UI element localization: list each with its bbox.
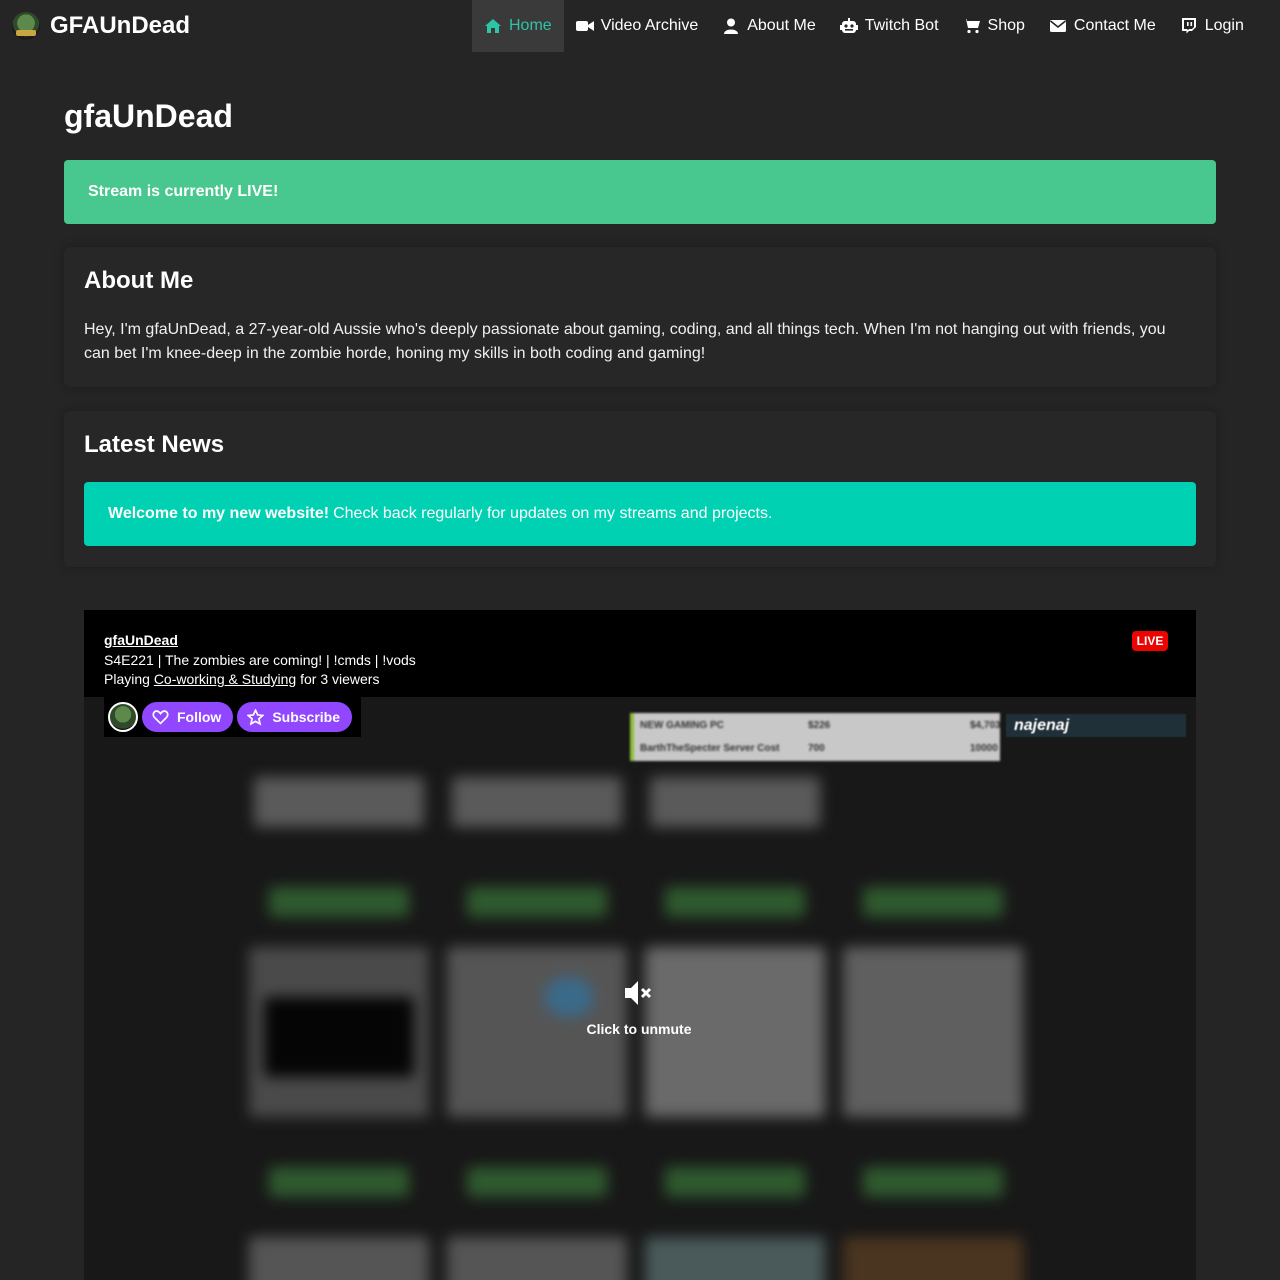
donation-goals-overlay: NEW GAMING PC $226 $4,703 BarthTheSpecte… <box>630 713 1001 761</box>
nav-item-label: Login <box>1204 17 1244 34</box>
follow-button[interactable]: Follow <box>142 702 234 732</box>
stream-game-info: Playing Co-working & Studying for 3 view… <box>104 671 379 687</box>
channel-link[interactable]: gfaUnDead <box>104 632 178 648</box>
viewer-count: for 3 viewers <box>300 671 380 687</box>
follow-label: Follow <box>177 709 222 725</box>
nav-item-shop[interactable]: Shop <box>951 0 1037 52</box>
follow-subscribe-bar: Follow Subscribe <box>104 697 361 737</box>
goal-2-amount: 700 <box>808 742 825 754</box>
playing-prefix: Playing <box>104 671 150 687</box>
twitch-player-embed[interactable]: gfaUnDead S4E221 | The zombies are comin… <box>84 610 1196 1280</box>
nav-menu: Home Video Archive About Me Twitch Bot S… <box>472 0 1256 52</box>
about-me-heading: About Me <box>84 267 194 294</box>
stream-title: S4E221 | The zombies are coming! | !cmds… <box>104 652 416 668</box>
nav-item-twitch-bot[interactable]: Twitch Bot <box>828 0 951 52</box>
nav-item-about-me[interactable]: About Me <box>710 0 827 52</box>
about-me-card: About Me Hey, I'm gfaUnDead, a 27-year-o… <box>64 247 1216 387</box>
nav-item-contact-me[interactable]: Contact Me <box>1037 0 1168 52</box>
page-title: gfaUnDead <box>64 98 233 134</box>
live-status-banner: Stream is currently LIVE! <box>64 160 1216 224</box>
unmute-label: Click to unmute <box>586 1021 692 1037</box>
star-icon <box>247 708 265 726</box>
news-banner-strong: Welcome to my new website! <box>108 505 330 522</box>
twitch-icon <box>1180 18 1198 34</box>
heart-icon <box>152 709 169 725</box>
navbar: GFAUnDead Home Video Archive About Me Tw… <box>0 0 1280 52</box>
nav-item-label: Video Archive <box>600 17 699 34</box>
home-icon <box>484 18 502 34</box>
envelope-icon <box>1049 18 1067 34</box>
goal-1-target: $4,703 <box>970 719 1001 731</box>
about-me-text: Hey, I'm gfaUnDead, a 27-year-old Aussie… <box>84 321 1166 362</box>
user-icon <box>722 18 740 34</box>
nav-item-label: About Me <box>747 17 816 34</box>
goal-2-target: 10000 <box>970 742 998 754</box>
latest-news-heading: Latest News <box>84 431 225 458</box>
unmute-button[interactable]: Click to unmute <box>564 977 714 1047</box>
shopping-cart-icon <box>962 18 981 34</box>
subscribe-label: Subscribe <box>272 709 341 725</box>
game-link[interactable]: Co-working & Studying <box>154 671 296 687</box>
nav-item-login[interactable]: Login <box>1168 0 1256 52</box>
goal-1-amount: $226 <box>808 719 831 731</box>
nav-item-label: Home <box>509 17 552 34</box>
channel-avatar[interactable] <box>108 702 138 732</box>
sponsor-overlay: najenaj <box>1006 714 1186 737</box>
video-camera-icon <box>575 18 594 34</box>
news-notification: Welcome to my new website! Check back re… <box>84 482 1196 546</box>
news-banner-text: Check back regularly for updates on my s… <box>333 505 773 522</box>
nav-item-label: Twitch Bot <box>864 17 939 34</box>
subscribe-button[interactable]: Subscribe <box>237 702 353 732</box>
goal-2-name: BarthTheSpecter Server Cost <box>640 742 780 754</box>
nav-item-video-archive[interactable]: Video Archive <box>564 0 711 52</box>
goal-1-name: NEW GAMING PC <box>640 719 724 731</box>
muted-speaker-icon <box>625 981 652 1005</box>
brand[interactable]: GFAUnDead <box>0 0 190 52</box>
robot-icon <box>839 18 858 34</box>
nav-item-label: Contact Me <box>1073 17 1156 34</box>
nav-item-home[interactable]: Home <box>472 0 564 52</box>
video-frame[interactable]: NEW GAMING PC $226 $4,703 BarthTheSpecte… <box>84 697 1196 1280</box>
brand-logo <box>12 12 40 40</box>
nav-item-label: Shop <box>987 17 1025 34</box>
live-badge: LIVE <box>1132 631 1168 651</box>
player-header: gfaUnDead S4E221 | The zombies are comin… <box>84 610 1196 697</box>
latest-news-card: Latest News Welcome to my new website! C… <box>64 411 1216 567</box>
brand-name: GFAUnDead <box>50 12 191 39</box>
